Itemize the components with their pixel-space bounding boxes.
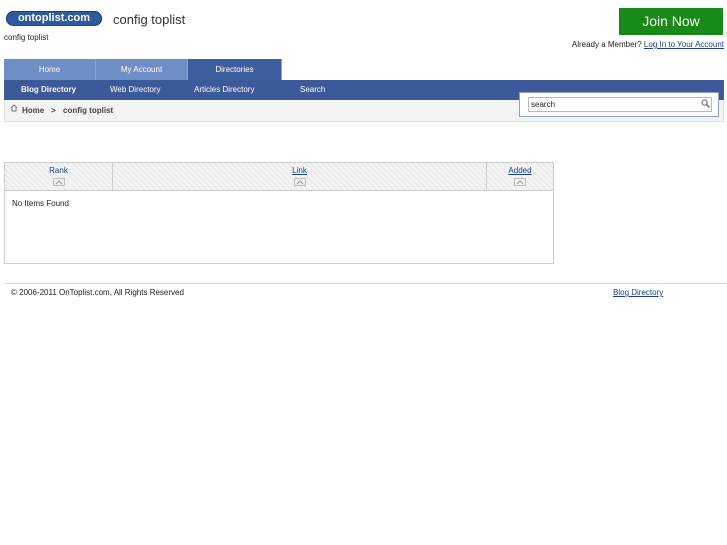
column-added-sort[interactable]: Added: [508, 166, 531, 175]
footer-blog-directory-link[interactable]: Blog Directory: [613, 288, 663, 297]
sort-up-icon[interactable]: [514, 178, 526, 186]
breadcrumb-current: config toplist: [63, 106, 114, 115]
search-box: [519, 92, 719, 117]
home-icon: [10, 104, 18, 112]
column-link-sort[interactable]: Link: [292, 166, 307, 175]
sort-up-icon[interactable]: [52, 178, 65, 186]
subnav-search[interactable]: Search: [300, 80, 325, 100]
empty-message: No Items Found: [12, 199, 69, 208]
subnav-articles-directory[interactable]: Articles Directory: [194, 80, 254, 100]
subnav-blog-directory[interactable]: Blog Directory: [21, 80, 76, 100]
page-subtitle: config toplist: [4, 33, 49, 42]
column-added: Added: [487, 163, 553, 190]
sort-up-icon[interactable]: [293, 178, 306, 186]
copyright-text: © 2006-2011 OnToplist.com, All Rights Re…: [11, 288, 184, 297]
page-title: config toplist: [113, 12, 186, 27]
search-input[interactable]: [528, 97, 712, 112]
breadcrumb-separator: >: [51, 106, 56, 115]
member-login-prompt: Already a Member? Log In to Your Account: [572, 40, 724, 49]
column-rank: Rank: [5, 163, 113, 190]
tab-home[interactable]: Home: [4, 59, 96, 80]
column-link: Link: [113, 163, 487, 190]
login-link[interactable]: Log In to Your Account: [644, 40, 724, 49]
subnav-web-directory[interactable]: Web Directory: [110, 80, 161, 100]
search-icon[interactable]: [701, 99, 710, 108]
member-text: Already a Member?: [571, 40, 642, 49]
tab-my-account[interactable]: My Account: [96, 59, 188, 80]
column-rank-label: Rank: [49, 166, 68, 175]
breadcrumb-home[interactable]: Home: [22, 106, 44, 115]
table-header: Rank Link Added: [5, 163, 553, 191]
footer-divider: [4, 283, 727, 284]
results-table: Rank Link Added No Items Found: [4, 162, 554, 264]
tab-directories[interactable]: Directories: [188, 59, 282, 80]
join-now-button[interactable]: Join Now: [619, 8, 723, 35]
site-logo[interactable]: ontoplist.com: [6, 11, 102, 26]
